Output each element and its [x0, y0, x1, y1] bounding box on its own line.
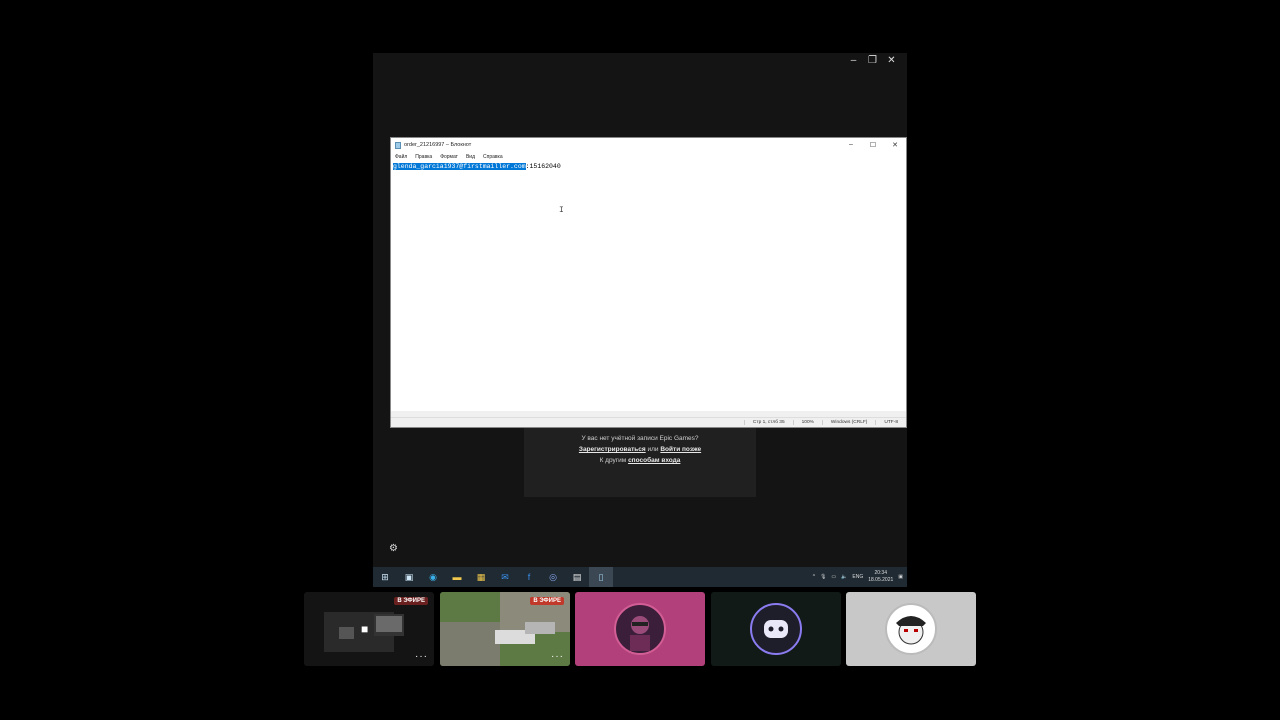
screen-window-controls: – ❐ ✕	[848, 55, 897, 67]
participant-tile-user-1[interactable]	[575, 592, 705, 666]
participant-tile-stream-1[interactable]: В ЭФИРЕ ■ ···	[304, 592, 434, 666]
notepad-icon	[395, 141, 401, 149]
notification-icon[interactable]: ▣	[898, 574, 903, 580]
status-zoom: 100%	[792, 420, 822, 425]
task-view-icon[interactable]: ▣	[397, 567, 421, 587]
other-methods-row: К другим способам входа	[524, 455, 756, 466]
selected-text[interactable]: glenda_garcia1937@firstmailler.com	[393, 163, 526, 170]
register-link[interactable]: Зарегистрироваться	[579, 446, 646, 453]
menu-help[interactable]: Справка	[483, 154, 503, 160]
notepad-statusbar: Стр 1, стлб 35 100% Windows (CRLF) UTF-8	[391, 417, 906, 427]
notepad-titlebar: order_21216997 – Блокнот – ☐ ✕	[391, 138, 906, 152]
language-indicator[interactable]: ENG	[852, 574, 863, 580]
network-icon[interactable]: ▭	[831, 574, 836, 580]
discord-logo-icon	[764, 620, 788, 638]
more-options-icon[interactable]: ···	[551, 652, 564, 662]
edge-icon[interactable]: ◉	[421, 567, 445, 587]
maximize-icon[interactable]: ☐	[862, 141, 884, 149]
live-badge: В ЭФИРЕ	[394, 597, 428, 605]
gear-icon[interactable]: ⚙	[389, 543, 398, 554]
terminal-icon[interactable]: ▤	[565, 567, 589, 587]
clock[interactable]: 20:34 18.05.2021	[868, 570, 893, 584]
menu-format[interactable]: Формат	[440, 154, 458, 160]
menu-file[interactable]: Файл	[395, 154, 407, 160]
other-methods-prefix: К другим	[599, 457, 627, 464]
notepad-window: order_21216997 – Блокнот – ☐ ✕ Файл Прав…	[390, 137, 907, 428]
mail-icon[interactable]: ✉	[493, 567, 517, 587]
notepad-taskbar-icon[interactable]: ▯	[589, 567, 613, 587]
notepad-text-area[interactable]: glenda_garcia1937@firstmailler.com:15162…	[391, 161, 906, 411]
epic-login-panel: У вас нет учётной записи Epic Games? Зар…	[524, 423, 756, 497]
menu-edit[interactable]: Правка	[415, 154, 432, 160]
status-position: Стр 1, стлб 35	[743, 420, 793, 425]
start-icon[interactable]: ⊞	[373, 567, 397, 587]
notepad-title: order_21216997 – Блокнот	[404, 142, 472, 148]
avatar	[614, 603, 666, 655]
avatar-image	[896, 616, 926, 645]
close-icon[interactable]: ✕	[886, 55, 897, 67]
participant-tile-user-2[interactable]	[711, 592, 841, 666]
notepad-menubar: Файл Правка Формат Вид Справка	[391, 152, 906, 161]
avatar-image	[630, 616, 650, 651]
participant-tile-stream-2[interactable]: В ЭФИРЕ ···	[440, 592, 570, 666]
text-rest[interactable]: :15162040	[526, 163, 561, 170]
restore-icon[interactable]: ❐	[867, 55, 878, 67]
windows-taskbar: ⊞ ▣ ◉ ▬ ▦ ✉ f ◎ ▤ ▯ ^ 🎙 ▭ 🔈 ENG 20:34 18…	[373, 567, 907, 587]
other-methods-link[interactable]: способам входа	[628, 457, 680, 464]
participant-tile-user-3[interactable]	[846, 592, 976, 666]
menu-view[interactable]: Вид	[466, 154, 475, 160]
chrome-icon[interactable]: ◎	[541, 567, 565, 587]
shared-screen: – ❐ ✕ У вас нет учётной записи Epic Game…	[373, 53, 907, 587]
avatar	[750, 603, 802, 655]
camera-icon: ■	[361, 622, 369, 636]
avatar	[885, 603, 937, 655]
store-icon[interactable]: ▦	[469, 567, 493, 587]
login-later-link[interactable]: Войти позже	[660, 446, 701, 453]
volume-icon[interactable]: 🔈	[841, 574, 847, 580]
explorer-icon[interactable]: ▬	[445, 567, 469, 587]
or-text: или	[647, 446, 659, 453]
close-icon[interactable]: ✕	[884, 141, 906, 149]
register-row: Зарегистрироваться или Войти позже	[524, 444, 756, 455]
status-encoding: UTF-8	[875, 420, 906, 425]
text-cursor-icon: I	[559, 206, 564, 215]
status-line-ending: Windows (CRLF)	[821, 420, 876, 425]
live-badge: В ЭФИРЕ	[530, 597, 564, 605]
chevron-up-icon[interactable]: ^	[813, 574, 815, 580]
no-account-text: У вас нет учётной записи Epic Games?	[581, 435, 699, 442]
notepad-window-controls: – ☐ ✕	[840, 141, 906, 149]
facebook-icon[interactable]: f	[517, 567, 541, 587]
more-options-icon[interactable]: ···	[415, 652, 428, 662]
microphone-icon[interactable]: 🎙	[820, 574, 826, 580]
clock-time: 20:34	[874, 570, 887, 576]
clock-date: 18.05.2021	[868, 577, 894, 583]
minimize-icon[interactable]: –	[840, 141, 862, 149]
minimize-icon[interactable]: –	[848, 55, 859, 67]
system-tray: ^ 🎙 ▭ 🔈 ENG 20:34 18.05.2021 ▣	[813, 570, 907, 584]
